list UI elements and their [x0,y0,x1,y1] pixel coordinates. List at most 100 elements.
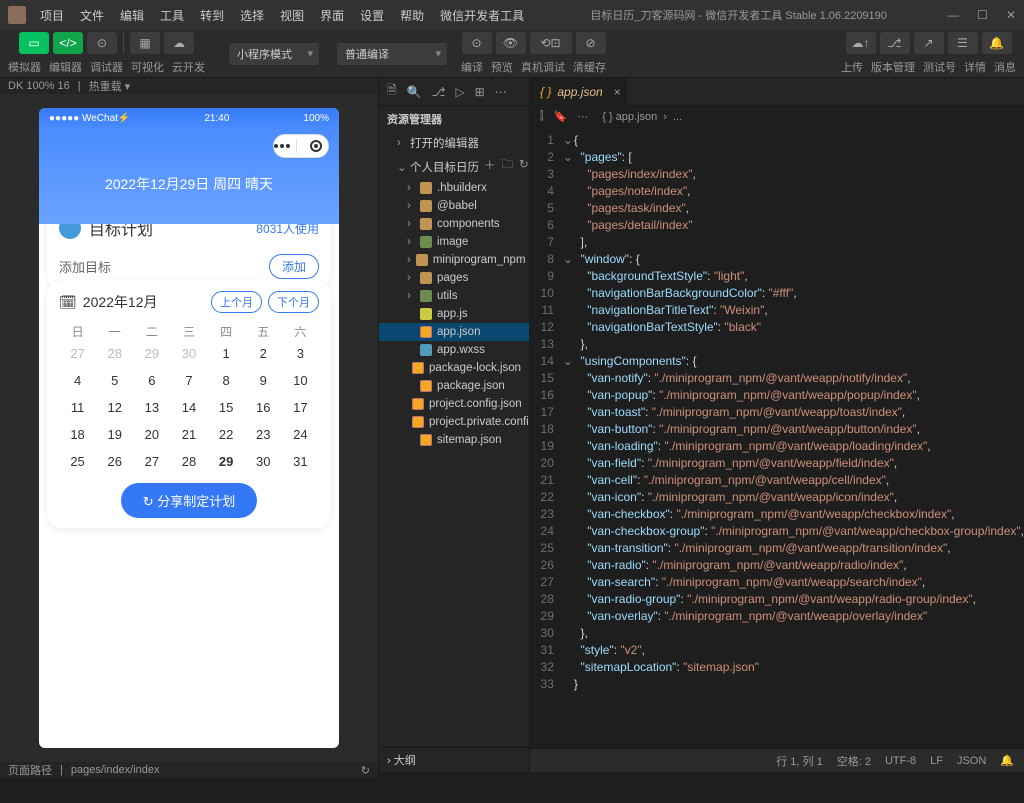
day-cell[interactable]: 3 [282,346,319,361]
upload-button[interactable]: ☁↑ [846,32,876,54]
tree-item[interactable]: sitemap.json [379,431,529,449]
indent-status[interactable]: 空格: 2 [837,753,871,769]
day-cell[interactable]: 28 [170,454,207,469]
outline-section[interactable]: › 大纲 [379,747,529,772]
editor-button[interactable]: </> [53,32,83,54]
day-cell[interactable]: 12 [96,400,133,415]
add-button[interactable]: 添加 [269,254,319,279]
eol-status[interactable]: LF [930,755,943,767]
day-cell[interactable]: 24 [282,427,319,442]
project-root[interactable]: ⌄个人目标日历＋🗀↻⊟ [379,154,529,179]
detail-button[interactable]: ☰ [948,32,978,54]
close-tab-icon[interactable]: × [614,85,621,99]
version-button[interactable]: ⎇ [880,32,910,54]
refresh-icon[interactable]: ↻ [361,764,370,777]
mode-select[interactable]: 小程序模式 [229,43,319,65]
bell-icon[interactable]: 🔔 [1000,754,1014,767]
page-path-value[interactable]: pages/index/index [71,764,160,776]
day-cell[interactable]: 15 [208,400,245,415]
menu-帮助[interactable]: 帮助 [394,4,430,27]
breadcrumb-file[interactable]: { } app.json [602,111,657,123]
day-cell[interactable]: 27 [133,454,170,469]
day-cell[interactable]: 17 [282,400,319,415]
day-cell[interactable]: 25 [59,454,96,469]
tree-item[interactable]: ›components [379,215,529,233]
preview-button[interactable]: 👁 [496,32,526,54]
debug-icon[interactable]: ▷ [455,85,464,99]
cloud-button[interactable]: ☁ [164,32,194,54]
menu-界面[interactable]: 界面 [314,4,350,27]
day-cell[interactable]: 30 [245,454,282,469]
new-folder-icon[interactable]: 🗀 [502,157,514,176]
day-cell[interactable]: 30 [170,346,207,361]
next-month-button[interactable]: 下个月 [268,291,319,313]
tree-item[interactable]: app.js [379,305,529,323]
tree-item[interactable]: app.wxss [379,341,529,359]
testid-button[interactable]: ↗ [914,32,944,54]
explorer-icon[interactable]: 🗎 [387,81,397,102]
tree-item[interactable]: ›pages [379,269,529,287]
menu-文件[interactable]: 文件 [74,4,110,27]
tree-item[interactable]: ›image [379,233,529,251]
day-cell[interactable]: 22 [208,427,245,442]
day-cell[interactable]: 10 [282,373,319,388]
day-cell[interactable]: 14 [170,400,207,415]
day-cell[interactable]: 27 [59,346,96,361]
day-cell[interactable]: 28 [96,346,133,361]
tree-item[interactable]: project.private.config.js... [379,413,529,431]
day-cell[interactable]: 4 [59,373,96,388]
maximize-icon[interactable]: ☐ [977,8,988,22]
hot-reload-toggle[interactable]: 热重载 ▾ [89,78,131,94]
tree-item[interactable]: ›utils [379,287,529,305]
remote-debug-button[interactable]: ⟲⊡ [530,32,572,54]
tree-item[interactable]: package.json [379,377,529,395]
tree-item[interactable]: project.config.json [379,395,529,413]
tree-item[interactable]: package-lock.json [379,359,529,377]
day-cell[interactable]: 11 [59,400,96,415]
day-cell[interactable]: 31 [282,454,319,469]
tab-appjson[interactable]: { } app.json × [530,78,627,105]
minimize-icon[interactable]: — [947,8,959,22]
search-icon[interactable]: 🔍 [407,85,422,99]
day-cell[interactable]: 1 [208,346,245,361]
split-icon[interactable]: ⫿ [540,110,544,123]
day-cell[interactable]: 21 [170,427,207,442]
day-cell[interactable]: 29 [208,454,245,469]
day-cell[interactable]: 2 [245,346,282,361]
zoom-level[interactable]: DK 100% 16 [8,80,70,92]
day-cell[interactable]: 16 [245,400,282,415]
code-editor[interactable]: { "pages": [ "pages/index/index", "pages… [574,128,1024,748]
encoding-status[interactable]: UTF-8 [885,755,916,767]
message-button[interactable]: 🔔 [982,32,1012,54]
day-cell[interactable]: 26 [96,454,133,469]
open-editors-section[interactable]: ›打开的编辑器 [379,132,529,154]
lang-status[interactable]: JSON [957,755,986,767]
debugger-button[interactable]: ⊙ [87,32,117,54]
new-file-icon[interactable]: ＋ [484,157,496,176]
day-cell[interactable]: 8 [208,373,245,388]
prev-month-button[interactable]: 上个月 [211,291,262,313]
tree-item[interactable]: ›miniprogram_npm [379,251,529,269]
day-cell[interactable]: 29 [133,346,170,361]
menu-设置[interactable]: 设置 [354,4,390,27]
box-icon[interactable]: ⊞ [475,85,485,99]
more-editor-icon[interactable]: ⋯ [577,110,588,123]
compile-select[interactable]: 普通编译 [337,43,447,65]
day-cell[interactable]: 18 [59,427,96,442]
day-cell[interactable]: 19 [96,427,133,442]
share-button[interactable]: ↻ 分享制定计划 [121,483,258,518]
tree-item[interactable]: ›@babel [379,197,529,215]
menu-微信开发者工具[interactable]: 微信开发者工具 [434,4,530,27]
refresh-tree-icon[interactable]: ↻ [519,157,529,176]
cursor-position[interactable]: 行 1, 列 1 [776,753,822,769]
more-icon[interactable]: ⋯ [495,85,507,99]
menu-编辑[interactable]: 编辑 [114,4,150,27]
menu-转到[interactable]: 转到 [194,4,230,27]
simulator-button[interactable]: ▭ [19,32,49,54]
bookmark-icon[interactable]: 🔖 [554,110,568,123]
compile-button[interactable]: ⊙ [462,32,492,54]
menu-工具[interactable]: 工具 [154,4,190,27]
day-cell[interactable]: 9 [245,373,282,388]
capsule-menu[interactable] [273,134,329,158]
close-icon[interactable]: ✕ [1006,8,1016,22]
